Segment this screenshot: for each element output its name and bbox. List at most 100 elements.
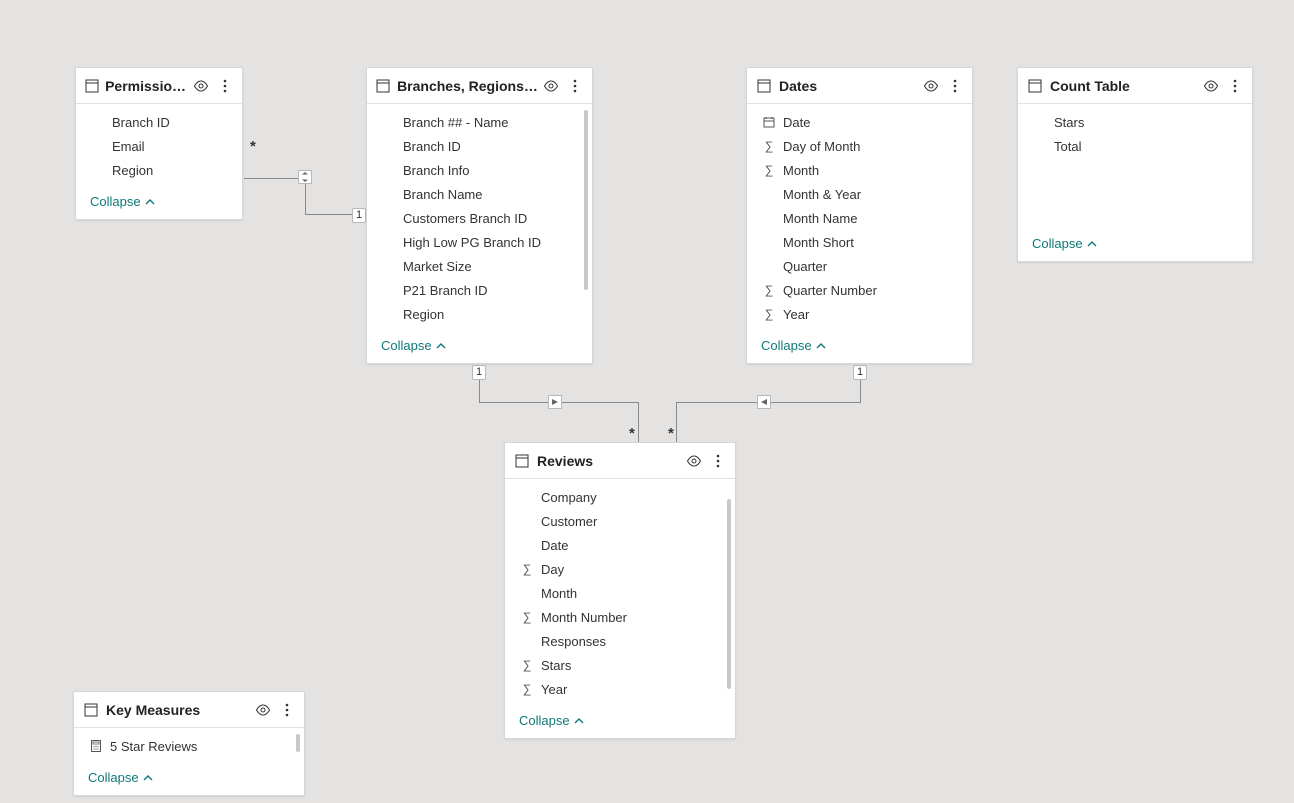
- scrollbar[interactable]: [727, 499, 731, 689]
- field-item[interactable]: High Low PG Branch ID: [367, 230, 592, 254]
- table-dates[interactable]: Dates Date ∑Day of Month ∑Month Month & …: [746, 67, 973, 364]
- table-title: Key Measures: [106, 702, 250, 718]
- field-item[interactable]: Branch ID: [76, 110, 242, 134]
- more-icon[interactable]: [946, 77, 964, 95]
- field-list: Branch ID Email Region: [76, 104, 242, 186]
- field-item[interactable]: Branch ID: [367, 134, 592, 158]
- eye-icon[interactable]: [542, 77, 560, 95]
- field-item[interactable]: ∑Day: [505, 557, 735, 581]
- table-icon: [82, 701, 100, 719]
- collapse-button[interactable]: Collapse: [747, 330, 972, 363]
- collapse-button[interactable]: Collapse: [505, 705, 735, 738]
- field-item[interactable]: ∑Quarter Number: [747, 278, 972, 302]
- field-item[interactable]: Market Size: [367, 254, 592, 278]
- field-item[interactable]: ∑Month: [747, 158, 972, 182]
- field-item[interactable]: Date: [747, 110, 972, 134]
- table-count[interactable]: Count Table Stars Total Collapse: [1017, 67, 1253, 262]
- more-icon[interactable]: [566, 77, 584, 95]
- field-name: Branch ID: [403, 139, 582, 154]
- sigma-icon: ∑: [519, 658, 535, 672]
- collapse-button[interactable]: Collapse: [367, 330, 592, 363]
- table-permissions[interactable]: Permissions ... Branch ID Email Region C…: [75, 67, 243, 220]
- more-icon[interactable]: [216, 77, 234, 95]
- field-item[interactable]: Branch Name: [367, 182, 592, 206]
- field-item[interactable]: ∑ Year: [505, 677, 735, 701]
- field-item[interactable]: Customer: [505, 509, 735, 533]
- field-name: High Low PG Branch ID: [403, 235, 582, 250]
- field-item[interactable]: Quarter: [747, 254, 972, 278]
- model-canvas[interactable]: * 1 1 * 1 * Permissions ...: [0, 0, 1294, 803]
- rel-dates-reviews-v2: [676, 402, 677, 443]
- card-header[interactable]: Count Table: [1018, 68, 1252, 104]
- card-header[interactable]: Dates: [747, 68, 972, 104]
- field-name: Month & Year: [783, 187, 962, 202]
- field-item[interactable]: Customers Branch ID: [367, 206, 592, 230]
- field-item[interactable]: ∑ Stars: [505, 653, 735, 677]
- scrollbar[interactable]: [296, 734, 300, 752]
- field-item[interactable]: ∑Month Number: [505, 605, 735, 629]
- field-name: Month Name: [783, 211, 962, 226]
- eye-icon[interactable]: [1202, 77, 1220, 95]
- collapse-label: Collapse: [761, 338, 812, 353]
- field-item[interactable]: Month Name: [747, 206, 972, 230]
- chevron-up-icon: [574, 717, 584, 725]
- more-icon[interactable]: [709, 452, 727, 470]
- rel-branches-reviews-v2: [638, 402, 639, 443]
- eye-icon[interactable]: [685, 452, 703, 470]
- field-name: Year: [783, 307, 962, 322]
- field-item[interactable]: Region: [76, 158, 242, 182]
- more-icon[interactable]: [1226, 77, 1244, 95]
- table-icon: [755, 77, 773, 95]
- table-icon: [84, 77, 99, 95]
- collapse-button[interactable]: Collapse: [74, 762, 304, 795]
- field-item[interactable]: Month Short: [747, 230, 972, 254]
- card-header[interactable]: Branches, Regions, M...: [367, 68, 592, 104]
- table-branches[interactable]: Branches, Regions, M... Branch ## - Name…: [366, 67, 593, 364]
- chevron-up-icon: [1087, 240, 1097, 248]
- field-item[interactable]: Month: [505, 581, 735, 605]
- field-item[interactable]: Stars: [1018, 110, 1252, 134]
- field-name: Stars: [541, 658, 725, 673]
- field-item[interactable]: P21 Branch ID: [367, 278, 592, 302]
- field-item[interactable]: Responses: [505, 629, 735, 653]
- table-key-measures[interactable]: Key Measures 5 Star Reviews Collapse: [73, 691, 305, 796]
- field-item[interactable]: ∑Day of Month: [747, 134, 972, 158]
- sigma-icon: ∑: [519, 682, 535, 696]
- field-name: Year: [541, 682, 725, 697]
- more-icon[interactable]: [278, 701, 296, 719]
- field-name: Total: [1054, 139, 1242, 154]
- field-item[interactable]: Email: [76, 134, 242, 158]
- eye-icon[interactable]: [922, 77, 940, 95]
- table-icon: [513, 452, 531, 470]
- rel-dates-reviews-star: *: [668, 425, 674, 442]
- field-item[interactable]: 5 Star Reviews: [74, 734, 304, 758]
- field-item[interactable]: Branch Info: [367, 158, 592, 182]
- scrollbar[interactable]: [584, 110, 588, 290]
- eye-icon[interactable]: [254, 701, 272, 719]
- table-reviews[interactable]: Reviews Company Customer Date ∑Day Month…: [504, 442, 736, 739]
- sigma-icon: ∑: [761, 307, 777, 321]
- chevron-up-icon: [816, 342, 826, 350]
- field-name: Day of Month: [783, 139, 962, 154]
- field-name: Market Size: [403, 259, 582, 274]
- card-header[interactable]: Key Measures: [74, 692, 304, 728]
- field-item[interactable]: Total: [1018, 134, 1252, 158]
- field-name: Month: [541, 586, 725, 601]
- card-header[interactable]: Reviews: [505, 443, 735, 479]
- field-item[interactable]: Branch ## - Name: [367, 110, 592, 134]
- card-header[interactable]: Permissions ...: [76, 68, 242, 104]
- field-name: Month: [783, 163, 962, 178]
- collapse-button[interactable]: Collapse: [1018, 228, 1252, 261]
- rel-branches-reviews-one: 1: [472, 365, 486, 380]
- field-name: Region: [112, 163, 232, 178]
- table-title: Branches, Regions, M...: [397, 78, 538, 94]
- field-item[interactable]: Region: [367, 302, 592, 326]
- field-item[interactable]: Company: [505, 485, 735, 509]
- eye-icon[interactable]: [192, 77, 210, 95]
- field-list: Date ∑Day of Month ∑Month Month & Year M…: [747, 104, 972, 330]
- field-item[interactable]: ∑ Year: [747, 302, 972, 326]
- field-item[interactable]: Month & Year: [747, 182, 972, 206]
- table-title: Permissions ...: [105, 78, 188, 94]
- field-item[interactable]: Date: [505, 533, 735, 557]
- collapse-button[interactable]: Collapse: [76, 186, 242, 219]
